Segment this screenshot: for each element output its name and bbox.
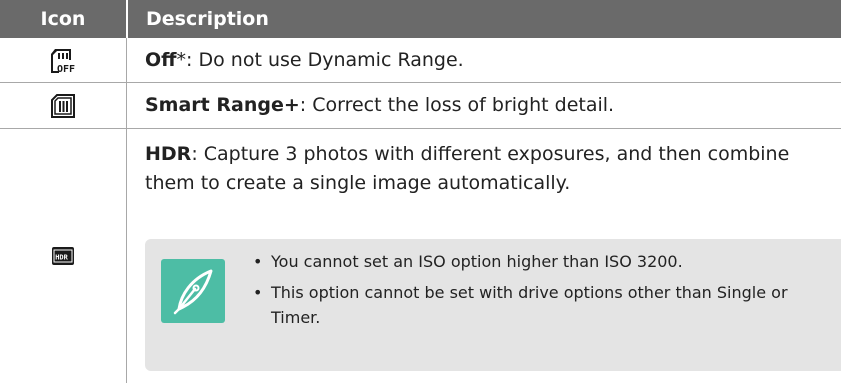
note-box: You cannot set an ISO option higher than… bbox=[145, 239, 841, 371]
column-divider bbox=[126, 38, 127, 82]
row-description: HDR: Capture 3 photos with different exp… bbox=[145, 140, 831, 198]
row-term: HDR bbox=[145, 143, 192, 165]
row-text: : Correct the loss of bright detail. bbox=[299, 94, 615, 116]
table-row: OFF Off*: Do not use Dynamic Range. bbox=[0, 38, 841, 83]
header-icon-column: Icon bbox=[40, 8, 86, 30]
page: Icon Description OFF Off*: Do not use Dy… bbox=[0, 0, 841, 383]
table-row: HDR HDR: Capture 3 photos with different… bbox=[0, 129, 841, 383]
dr-off-icon: OFF bbox=[0, 38, 126, 82]
column-divider bbox=[126, 129, 127, 383]
svg-text:OFF: OFF bbox=[57, 64, 75, 73]
hdr-icon-graphic: HDR bbox=[52, 247, 74, 265]
table-header: Icon Description bbox=[0, 0, 841, 38]
table-row: Smart Range+: Correct the loss of bright… bbox=[0, 83, 841, 129]
row-description: Smart Range+: Correct the loss of bright… bbox=[145, 83, 831, 128]
row-text: : Capture 3 photos with different exposu… bbox=[145, 143, 790, 194]
dr-off-icon-graphic: OFF bbox=[51, 49, 75, 73]
row-term: Off bbox=[145, 48, 177, 71]
row-text: *: Do not use Dynamic Range. bbox=[176, 48, 464, 71]
dynamic-range-table: Icon Description OFF Off*: Do not use Dy… bbox=[0, 0, 841, 383]
row-description: Off*: Do not use Dynamic Range. bbox=[145, 38, 831, 82]
header-description-column: Description bbox=[146, 8, 269, 30]
note-item: This option cannot be set with drive opt… bbox=[253, 280, 831, 330]
svg-text:HDR: HDR bbox=[55, 254, 68, 262]
row-term: Smart Range+ bbox=[145, 94, 300, 116]
note-list: You cannot set an ISO option higher than… bbox=[253, 249, 831, 336]
smart-range-plus-icon bbox=[0, 83, 126, 128]
column-divider bbox=[126, 83, 127, 128]
note-item: You cannot set an ISO option higher than… bbox=[253, 249, 831, 274]
smart-range-plus-icon-graphic bbox=[51, 93, 75, 118]
pen-note-icon bbox=[161, 259, 225, 323]
hdr-icon: HDR bbox=[0, 129, 126, 383]
pen-note-icon-graphic bbox=[173, 269, 213, 315]
